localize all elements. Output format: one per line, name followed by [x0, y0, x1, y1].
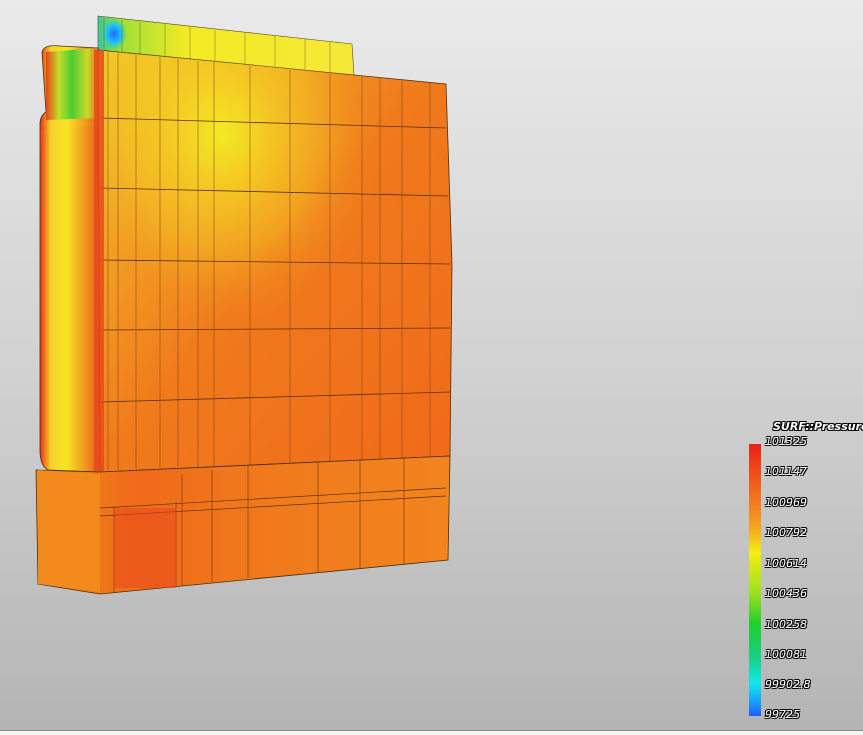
legend-tick-label: 99902.8 [765, 678, 811, 691]
legend-tick-label: 100792 [765, 526, 807, 539]
legend-tick-label: 101325 [765, 435, 807, 448]
color-legend: SURF::Pressure 101325 101147 100969 1007… [745, 418, 863, 724]
legend-tick-label: 100258 [765, 618, 807, 631]
legend-tick-label: 99725 [765, 708, 800, 721]
legend-tick-label: 101147 [765, 465, 807, 478]
legend-tick-label: 100081 [765, 648, 807, 661]
legend-tick-label: 100969 [765, 496, 807, 509]
3d-viewport[interactable] [0, 0, 863, 730]
building-model[interactable] [35, 15, 453, 595]
status-bar [0, 730, 863, 735]
legend-color-bar [749, 444, 761, 716]
legend-tick-label: 100436 [765, 587, 807, 600]
legend-tick-label: 100614 [765, 557, 807, 570]
legend-title: SURF::Pressure [773, 420, 863, 433]
